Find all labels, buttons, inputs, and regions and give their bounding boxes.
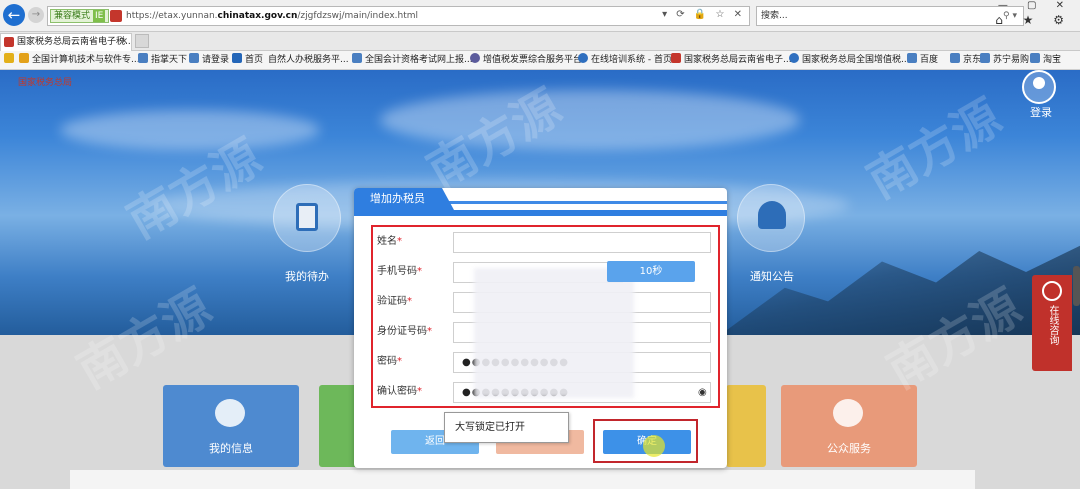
user-login-icon[interactable] xyxy=(1022,70,1056,104)
forward-arrow-icon[interactable]: → xyxy=(28,7,44,23)
tab-close-icon[interactable]: ✕ xyxy=(120,34,128,50)
countdown-button[interactable]: 10秒 xyxy=(607,261,695,282)
fav-item[interactable]: 自然人办税服务平... xyxy=(268,51,349,69)
mouse-cursor-icon xyxy=(643,435,665,457)
my-todo-label[interactable]: 我的待办 xyxy=(285,268,329,284)
toolbar-icons[interactable]: ⌂ ★ ⚙ xyxy=(995,13,1072,27)
field-name: 姓名* xyxy=(373,229,718,255)
fav-item[interactable]: 百度 xyxy=(907,51,938,69)
header-stripe xyxy=(444,201,727,204)
tile-label: 公众服务 xyxy=(827,442,871,455)
form-highlight-box: 姓名* 手机号码* 验证码* 身份证号码* 密码* ●●●●●●●●●●● 确认… xyxy=(371,225,720,408)
fav-item[interactable]: 国家税务总局全国增值税... xyxy=(789,51,910,69)
online-service-button[interactable]: 在线咨询 xyxy=(1032,275,1072,371)
fav-item[interactable]: 增值税发票综合服务平台 xyxy=(470,51,582,69)
tile-label: 我的信息 xyxy=(209,442,253,455)
search-placeholder: 搜索... xyxy=(761,11,788,21)
url-text: https://etax.yunnan.chinatax.gov.cn/zjgf… xyxy=(126,11,419,21)
cloud-decoration xyxy=(380,90,800,150)
header-bar xyxy=(354,210,727,216)
notice-label[interactable]: 通知公告 xyxy=(750,268,794,284)
my-todo-button[interactable] xyxy=(273,184,341,252)
field-label: 手机号码* xyxy=(377,266,422,277)
compat-mode-label: 兼容模式 xyxy=(54,11,91,21)
name-input[interactable] xyxy=(453,232,711,253)
fav-item[interactable]: 全国计算机技术与软件专... xyxy=(19,51,140,69)
tile-my-info[interactable]: 我的信息 xyxy=(163,385,299,467)
fav-item[interactable]: 国家税务总局云南省电子... xyxy=(671,51,792,69)
field-label: 验证码* xyxy=(377,296,412,307)
fav-item[interactable]: 请登录 xyxy=(189,51,229,69)
tile-yellow[interactable] xyxy=(726,385,766,467)
privacy-blur xyxy=(474,268,634,398)
capslock-tooltip: 大写锁定已打开 xyxy=(444,412,569,443)
user-icon xyxy=(215,399,245,427)
compat-mode-badge[interactable]: 兼容模式 IE xyxy=(50,9,110,23)
dialog-title: 增加办税员 xyxy=(354,188,454,210)
field-label: 确认密码* xyxy=(377,386,422,397)
dialog-header: 增加办税员 xyxy=(354,188,727,216)
login-link[interactable]: 登录 xyxy=(1030,104,1052,120)
field-label: 姓名* xyxy=(377,236,402,247)
window-controls[interactable]: — ▢ ✕ xyxy=(998,0,1072,11)
notice-button[interactable] xyxy=(737,184,805,252)
favorites-bar: 全国计算机技术与软件专... 指掌天下 请登录 首页 自然人办税服务平... 全… xyxy=(0,51,1080,70)
tab-title: 国家税务总局云南省电子税... xyxy=(17,37,132,47)
tab-etax[interactable]: 国家税务总局云南省电子税... ✕ xyxy=(0,33,132,51)
tab-favicon-icon xyxy=(4,37,14,47)
tile-public-service[interactable]: 公众服务 xyxy=(781,385,917,467)
graduate-icon xyxy=(833,399,863,427)
url-input[interactable]: 兼容模式 IE https://etax.yunnan.chinatax.gov.… xyxy=(47,6,750,26)
url-action-icons[interactable]: ▾ ⟳ 🔒 ☆ ✕ xyxy=(662,9,745,20)
fav-item[interactable]: 京东 xyxy=(950,51,981,69)
screen: ← → 兼容模式 IE https://etax.yunnan.chinatax.… xyxy=(0,0,1080,489)
fav-item[interactable]: 全国会计资格考试网上报... xyxy=(352,51,473,69)
tile-green[interactable] xyxy=(319,385,359,467)
site-logo[interactable]: 国家税务总局 xyxy=(18,75,72,88)
field-label: 密码* xyxy=(377,356,402,367)
eye-icon[interactable]: ◉ xyxy=(698,382,707,403)
online-service-label: 在线咨询 xyxy=(1047,305,1058,345)
page-scrollbar[interactable] xyxy=(1073,266,1080,306)
new-tab-button[interactable] xyxy=(135,34,149,48)
favorites-star-icon[interactable] xyxy=(4,51,17,69)
search-input[interactable]: 搜索... ⚲ ▾ xyxy=(756,6,1024,26)
site-favicon-icon xyxy=(110,10,122,22)
fav-item[interactable]: 指掌天下 xyxy=(138,51,187,69)
fav-item[interactable]: 苏宁易购 xyxy=(980,51,1029,69)
document-icon xyxy=(296,203,318,231)
fav-item[interactable]: 淘宝 xyxy=(1030,51,1061,69)
ie-badge: IE xyxy=(93,10,106,22)
fav-item[interactable]: 首页 xyxy=(232,51,263,69)
bell-icon xyxy=(758,201,786,229)
page-footer-strip xyxy=(70,470,975,489)
back-arrow-icon[interactable]: ← xyxy=(3,4,25,26)
fav-item[interactable]: 在线培训系统 - 首页 xyxy=(578,51,672,69)
browser-address-bar: ← → 兼容模式 IE https://etax.yunnan.chinatax.… xyxy=(0,0,1080,32)
tab-bar: 国家税务总局云南省电子税... ✕ xyxy=(0,32,1080,51)
cloud-decoration xyxy=(60,110,320,150)
add-tax-officer-dialog: 增加办税员 姓名* 手机号码* 验证码* 身份证号码* 密码* ●●●●●●●●… xyxy=(354,188,727,468)
headset-icon xyxy=(1042,281,1062,301)
field-label: 身份证号码* xyxy=(377,326,432,337)
